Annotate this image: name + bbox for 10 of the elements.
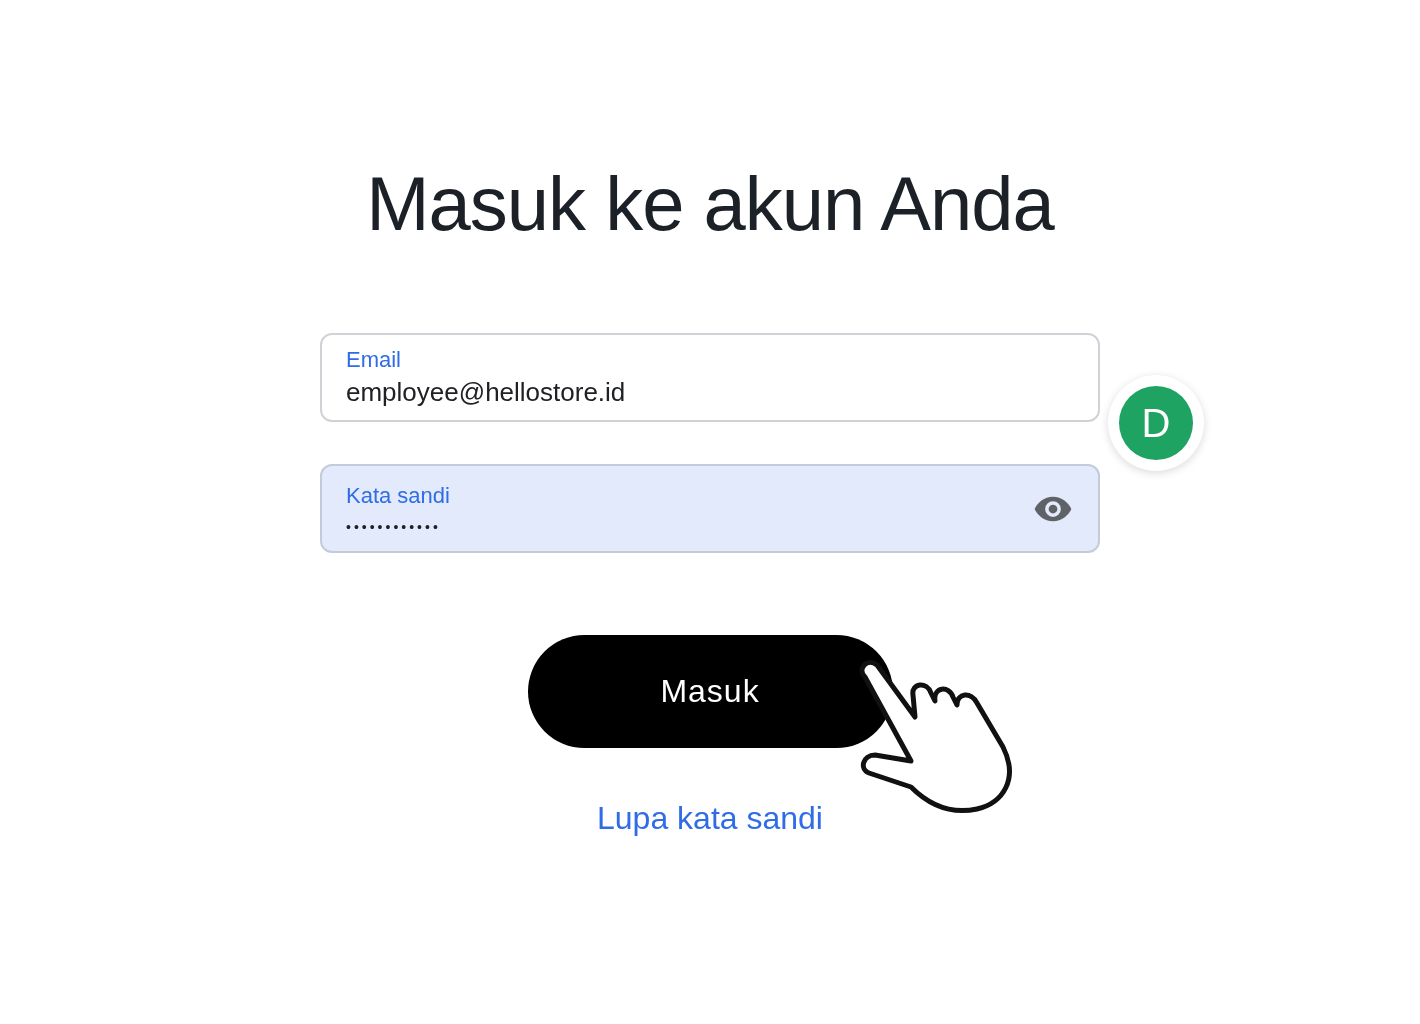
sign-in-button[interactable]: Masuk [527, 635, 893, 748]
avatar-initial: D [1141, 400, 1171, 446]
page-title: Masuk ke akun Anda [366, 160, 1054, 247]
forgot-password-link[interactable]: Lupa kata sandi [597, 800, 823, 837]
field-label: Kata sandi [346, 482, 450, 509]
email-field[interactable]: Email employee@hellostore.id [320, 333, 1100, 422]
field-value: employee@hellostore.id [346, 377, 626, 408]
field-value: •••••••••••• [346, 518, 442, 535]
password-field[interactable]: Kata sandi •••••••••••• [320, 464, 1100, 553]
field-label: Email [346, 347, 402, 373]
